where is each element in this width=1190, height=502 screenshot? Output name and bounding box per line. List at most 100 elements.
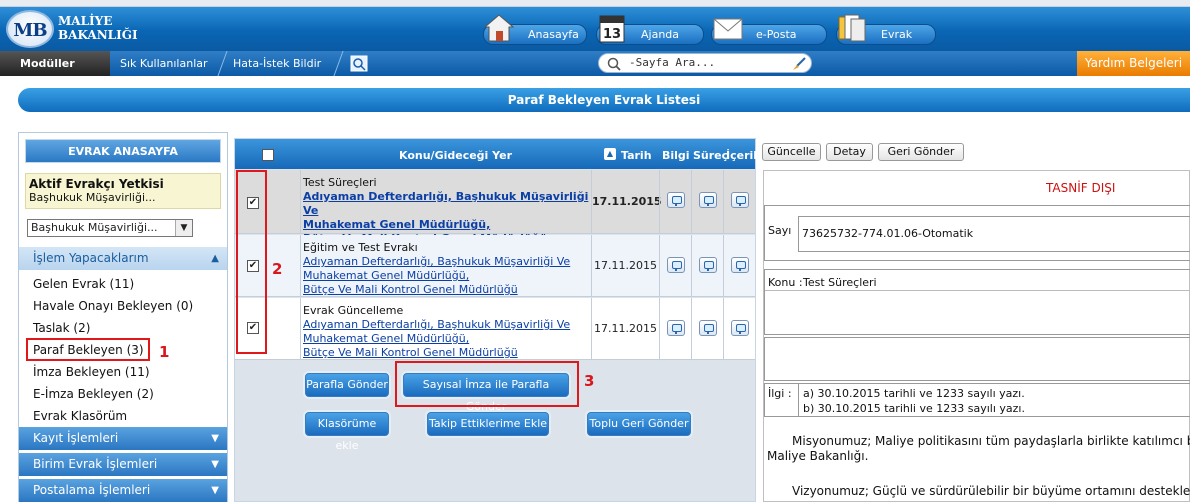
sidebar-item-incoming[interactable]: Gelen Evrak (11) xyxy=(33,277,134,291)
sidebar-item-my-folder[interactable]: Evrak Klasörüm xyxy=(33,409,127,423)
page-search-icon[interactable] xyxy=(350,55,368,72)
row-title: Evrak Güncelleme xyxy=(303,304,404,317)
nav-mail-label: e-Posta xyxy=(756,28,797,41)
header-process: Süreç xyxy=(693,149,729,162)
add-to-followed-button[interactable]: Takip Ettiklerime Ekle xyxy=(427,412,549,436)
section-postal[interactable]: Postalama İşlemleri ▼ xyxy=(19,479,227,502)
svg-text:13: 13 xyxy=(603,27,621,42)
process-icon[interactable] xyxy=(699,192,717,208)
row-recipient-line[interactable]: Bütçe Ve Mali Kontrol Genel Müdürlüğü xyxy=(303,346,518,359)
browser-toolbar-strip xyxy=(0,0,1190,7)
favorites-menu[interactable]: Sık Kullanılanlar xyxy=(120,51,208,76)
row-recipient-link[interactable]: Adıyaman Defterdarlığı, Başhukuk Müşavir… xyxy=(303,255,593,297)
content-cell xyxy=(723,298,755,359)
number-field: 73625732-774.01.06-Otomatik xyxy=(798,216,1190,252)
row-recipient-line[interactable]: Bütçe Ve Mali Kontrol Genel Müdürlüğü xyxy=(303,283,518,296)
row-recipient-line[interactable]: Muhakemat Genel Müdürlüğü, xyxy=(303,332,469,345)
search-placeholder: -Sayfa Ara... xyxy=(629,56,716,69)
annotation-box-paraf-waiting xyxy=(26,338,150,361)
row-title: Test Süreçleri xyxy=(303,176,377,189)
chevron-down-icon: ▼ xyxy=(211,459,219,470)
content-icon[interactable] xyxy=(731,320,749,336)
active-authority-value: Başhukuk Müşavirliği... xyxy=(29,191,156,204)
table-row[interactable]: ✔ Evrak Güncelleme Adıyaman Defterdarlığ… xyxy=(235,298,755,360)
home-icon xyxy=(483,14,515,42)
nav-mail-button[interactable]: e-Posta xyxy=(711,18,827,45)
section-unit-documents[interactable]: Birim Evrak İşlemleri ▼ xyxy=(19,453,227,476)
ministry-name-line2: BAKANLIĞI xyxy=(58,28,138,42)
process-icon[interactable] xyxy=(699,257,717,273)
nav-agenda-button[interactable]: 13 Ajanda xyxy=(596,15,704,45)
annotation-box-checkboxes xyxy=(236,170,267,354)
nav-documents-button[interactable]: Evrak xyxy=(836,14,936,45)
parafla-send-button[interactable]: Parafla Gönder xyxy=(305,373,389,397)
row-recipient-line[interactable]: Adıyaman Defterdarlığı, Başhukuk Müşavir… xyxy=(303,190,588,217)
row-recipient-link[interactable]: Adıyaman Defterdarlığı, Başhukuk Müşavir… xyxy=(303,318,593,360)
select-all-checkbox[interactable] xyxy=(262,149,274,161)
divider xyxy=(765,290,1190,291)
app-header: MB MALİYE BAKANLIĞI Anasayfa 13 Ajanda e… xyxy=(0,7,1190,51)
header-date[interactable]: Tarih xyxy=(621,139,652,169)
refresh-button[interactable]: Güncelle xyxy=(762,143,821,161)
authority-select[interactable]: Başhukuk Müşavirliği... ▼ xyxy=(27,219,193,237)
table-row[interactable]: ✔ Eğitim ve Test Evrakı Adıyaman Defterd… xyxy=(235,235,755,297)
content-icon[interactable] xyxy=(731,192,749,208)
content-cell xyxy=(723,170,755,233)
chevron-down-icon: ▼ xyxy=(211,433,219,444)
nav-agenda-label: Ajanda xyxy=(641,28,680,41)
authority-select-value: Başhukuk Müşavirliği... xyxy=(31,221,158,234)
vision-text: Vizyonumuz; Güçlü ve sürdürülebilir bir … xyxy=(792,484,1190,498)
nav-home-label: Anasayfa xyxy=(528,28,579,41)
chevron-up-icon: ▲ xyxy=(211,253,219,264)
section-registration[interactable]: Kayıt İşlemleri ▼ xyxy=(19,427,227,450)
calendar-icon: 13 xyxy=(599,15,625,43)
header-info: Bilgi xyxy=(662,149,690,162)
row-subject: Eğitim ve Test Evrakı Adıyaman Defterdar… xyxy=(303,241,593,297)
content-icon[interactable] xyxy=(731,257,749,273)
section-unit-documents-label: Birim Evrak İşlemleri xyxy=(33,457,158,471)
row-recipient-line[interactable]: Adıyaman Defterdarlığı, Başhukuk Müşavir… xyxy=(303,318,570,331)
sort-up-icon[interactable]: ▲ xyxy=(604,148,616,160)
ministry-name-line1: MALİYE xyxy=(58,14,113,28)
menu-separator xyxy=(333,51,351,76)
info-icon[interactable] xyxy=(667,320,685,336)
row-date: 17.11.2015 xyxy=(591,235,659,296)
info-icon[interactable] xyxy=(667,192,685,208)
page-search-input[interactable]: -Sayfa Ara... xyxy=(598,53,812,73)
number-value: 73625732-774.01.06-Otomatik xyxy=(802,227,974,240)
help-documents-button[interactable]: Yardım Belgeleri xyxy=(1077,51,1190,76)
divider xyxy=(798,384,799,416)
row-title: Eğitim ve Test Evrakı xyxy=(303,241,418,254)
section-my-tasks[interactable]: İşlem Yapacaklarım ▲ xyxy=(19,247,227,270)
table-row[interactable]: ✔ Test Süreçleri Adıyaman Defterdarlığı,… xyxy=(235,170,755,245)
sidebar-item-signature-waiting[interactable]: İmza Bekleyen (11) xyxy=(33,365,150,379)
reference-b: b) 30.10.2015 tarihli ve 1233 sayılı yaz… xyxy=(803,402,1025,415)
return-button[interactable]: Geri Gönder xyxy=(878,143,964,161)
info-icon[interactable] xyxy=(667,257,685,273)
sidebar-item-transfer-approval[interactable]: Havale Onayı Bekleyen (0) xyxy=(33,299,193,313)
page-title: Paraf Bekleyen Evrak Listesi xyxy=(18,88,1190,112)
sidebar-item-esignature-waiting[interactable]: E-İmza Bekleyen (2) xyxy=(33,387,154,401)
chevron-down-icon: ▼ xyxy=(211,485,219,496)
report-issue-menu[interactable]: Hata-İstek Bildir xyxy=(233,51,321,76)
nav-home-button[interactable]: Anasayfa xyxy=(483,14,587,45)
row-recipient-line[interactable]: Adıyaman Defterdarlığı, Başhukuk Müşavir… xyxy=(303,255,570,268)
modules-menu[interactable]: Modüller xyxy=(0,51,110,76)
clear-search-icon[interactable] xyxy=(791,56,807,72)
detail-button[interactable]: Detay xyxy=(826,143,873,161)
add-to-folder-button[interactable]: Klasörüme ekle xyxy=(305,412,389,452)
header-subject[interactable]: Konu/Gideceği Yer xyxy=(399,139,512,169)
blank-box xyxy=(764,337,1190,381)
mail-icon xyxy=(713,18,743,40)
active-authority-box: Aktif Evrakçı Yetkisi Başhukuk Müşavirli… xyxy=(25,173,221,209)
section-registration-label: Kayıt İşlemleri xyxy=(33,431,119,445)
sidebar-heading[interactable]: EVRAK ANASAYFA xyxy=(25,139,221,163)
process-icon[interactable] xyxy=(699,320,717,336)
bulk-return-button[interactable]: Toplu Geri Gönder xyxy=(587,412,691,436)
search-icon xyxy=(607,57,621,71)
process-cell xyxy=(691,170,723,233)
row-recipient-line[interactable]: Muhakemat Genel Müdürlüğü, xyxy=(303,269,469,282)
row-recipient-line[interactable]: Muhakemat Genel Müdürlüğü, xyxy=(303,218,490,231)
sidebar-item-draft[interactable]: Taslak (2) xyxy=(33,321,90,335)
reference-box: İlgi : a) 30.10.2015 tarihli ve 1233 say… xyxy=(764,383,1190,417)
